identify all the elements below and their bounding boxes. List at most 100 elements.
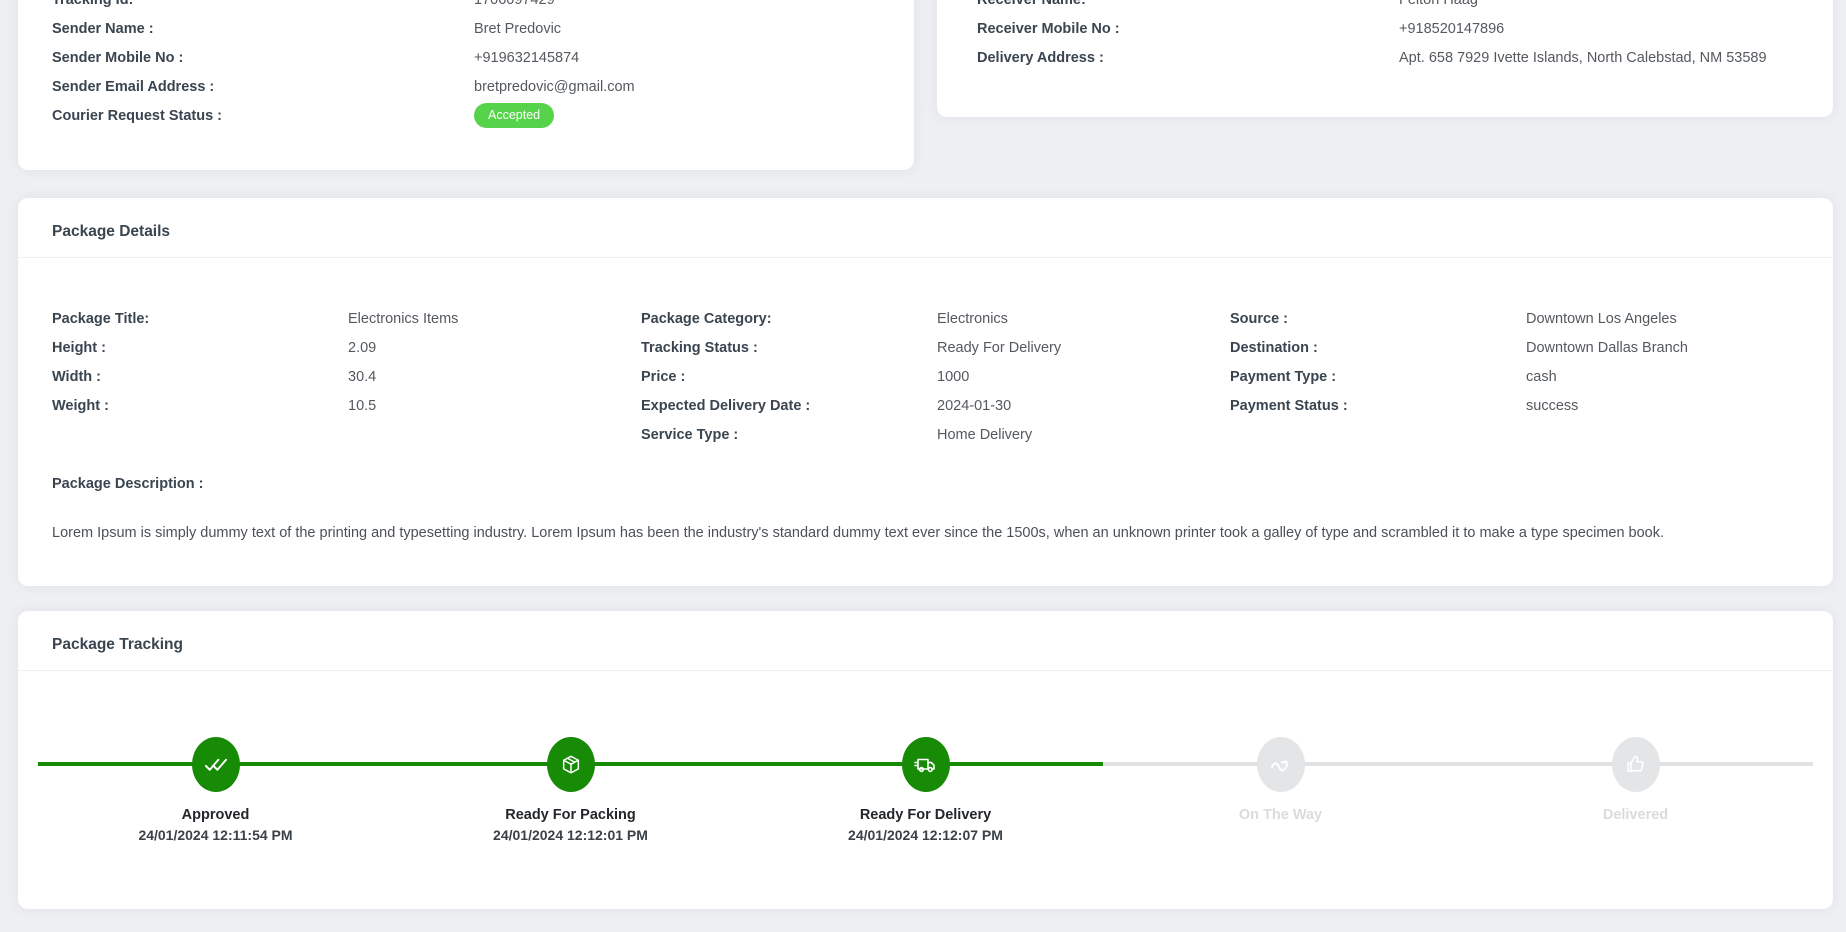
pd-row: Weight :10.5 — [52, 391, 641, 420]
package-description-text: Lorem Ipsum is simply dummy text of the … — [52, 522, 1799, 544]
sender-rows: Tracking Id:1706097429Sender Name :Bret … — [18, 0, 914, 130]
field-value: 1000 — [937, 369, 969, 385]
field-value: success — [1526, 398, 1578, 414]
field-label: Width : — [52, 369, 348, 385]
field-value: Electronics Items — [348, 311, 458, 327]
field-value: Ready For Delivery — [937, 340, 1061, 356]
sender-info-card: Tracking Id:1706097429Sender Name :Bret … — [18, 0, 914, 170]
field-label: Receiver Name: — [977, 0, 1399, 8]
field-value: Felton Haag — [1399, 0, 1478, 8]
route-icon — [1257, 737, 1305, 792]
step-label: Delivered — [1458, 805, 1813, 825]
info-row: Sender Email Address :bretpredovic@gmail… — [18, 72, 914, 101]
field-label: Payment Status : — [1230, 398, 1526, 414]
tracking-step-ready-for-packing: Ready For Packing24/01/2024 12:12:01 PM — [393, 737, 748, 845]
step-track — [393, 737, 748, 792]
package-details-column-1: Package Title:Electronics ItemsHeight :2… — [52, 304, 641, 449]
field-label: Height : — [52, 340, 348, 356]
pd-row: Width :30.4 — [52, 362, 641, 391]
field-value: 30.4 — [348, 369, 376, 385]
receiver-rows: Receiver Name:Felton HaagReceiver Mobile… — [937, 0, 1833, 72]
field-value: +919632145874 — [474, 50, 579, 66]
field-label: Package Title: — [52, 311, 348, 327]
pd-row: Price :1000 — [641, 362, 1230, 391]
pd-row: Height :2.09 — [52, 333, 641, 362]
field-label: Service Type : — [641, 427, 937, 443]
pd-row: Service Type :Home Delivery — [641, 420, 1230, 449]
field-label: Sender Mobile No : — [52, 50, 474, 66]
tracking-step-ready-for-delivery: Ready For Delivery24/01/2024 12:12:07 PM — [748, 737, 1103, 845]
field-label: Courier Request Status : — [52, 108, 474, 124]
field-value: Downtown Los Angeles — [1526, 311, 1677, 327]
field-label: Receiver Mobile No : — [977, 21, 1399, 37]
field-label: Sender Name : — [52, 21, 474, 37]
top-row: Tracking Id:1706097429Sender Name :Bret … — [18, 0, 1833, 170]
pd-row: Package Title:Electronics Items — [52, 304, 641, 333]
step-timestamp: 24/01/2024 12:12:07 PM — [748, 825, 1103, 845]
step-track — [1458, 737, 1813, 792]
field-value: Bret Predovic — [474, 21, 561, 37]
tracking-steps: Approved24/01/2024 12:11:54 PMReady For … — [18, 671, 1833, 909]
package-icon — [547, 737, 595, 792]
info-row: Delivery Address :Apt. 658 7929 Ivette I… — [937, 43, 1833, 72]
step-label: Ready For Delivery — [748, 805, 1103, 825]
step-track — [1103, 737, 1458, 792]
field-value: 2.09 — [348, 340, 376, 356]
pd-row: Destination :Downtown Dallas Branch — [1230, 333, 1799, 362]
info-row: Sender Name :Bret Predovic — [18, 14, 914, 43]
pd-row: Payment Type :cash — [1230, 362, 1799, 391]
thumbs-up-icon — [1612, 737, 1660, 792]
info-row: Courier Request Status :Accepted — [18, 101, 914, 130]
field-value: 10.5 — [348, 398, 376, 414]
field-label: Price : — [641, 369, 937, 385]
package-details-column-3: Source :Downtown Los AngelesDestination … — [1230, 304, 1799, 449]
field-value: 1706097429 — [474, 0, 555, 8]
receiver-info-card: Receiver Name:Felton HaagReceiver Mobile… — [937, 0, 1833, 117]
package-tracking-title: Package Tracking — [52, 635, 1799, 654]
pd-row: Expected Delivery Date :2024-01-30 — [641, 391, 1230, 420]
info-row: Sender Mobile No :+919632145874 — [18, 43, 914, 72]
step-timestamp: 24/01/2024 12:11:54 PM — [38, 825, 393, 845]
field-label: Destination : — [1230, 340, 1526, 356]
info-row: Receiver Name:Felton Haag — [937, 0, 1833, 14]
field-value: bretpredovic@gmail.com — [474, 79, 635, 95]
status-badge: Accepted — [474, 103, 554, 128]
field-value: 2024-01-30 — [937, 398, 1011, 414]
package-description-label: Package Description : — [52, 469, 1799, 498]
tracking-step-delivered: Delivered — [1458, 737, 1813, 845]
step-label: Approved — [38, 805, 393, 825]
pd-row: Package Category:Electronics — [641, 304, 1230, 333]
field-value: cash — [1526, 369, 1557, 385]
pd-row: Tracking Status :Ready For Delivery — [641, 333, 1230, 362]
field-value: Electronics — [937, 311, 1008, 327]
step-track — [38, 737, 393, 792]
field-label: Tracking Status : — [641, 340, 937, 356]
tracking-step-on-the-way: On The Way — [1103, 737, 1458, 845]
field-label: Payment Type : — [1230, 369, 1526, 385]
package-details-title: Package Details — [52, 222, 1799, 241]
package-details-columns: Package Title:Electronics ItemsHeight :2… — [52, 304, 1799, 449]
step-timestamp: 24/01/2024 12:12:01 PM — [393, 825, 748, 845]
field-label: Delivery Address : — [977, 50, 1399, 66]
truck-icon — [902, 737, 950, 792]
field-label: Sender Email Address : — [52, 79, 474, 95]
field-label: Source : — [1230, 311, 1526, 327]
info-row: Receiver Mobile No :+918520147896 — [937, 14, 1833, 43]
package-tracking-card: Package Tracking Approved24/01/2024 12:1… — [18, 611, 1833, 909]
pd-row: Payment Status :success — [1230, 391, 1799, 420]
field-value: Apt. 658 7929 Ivette Islands, North Cale… — [1399, 50, 1767, 66]
step-label: On The Way — [1103, 805, 1458, 825]
package-details-card: Package Details Package Title:Electronic… — [18, 198, 1833, 586]
tracking-step-approved: Approved24/01/2024 12:11:54 PM — [38, 737, 393, 845]
field-label: Expected Delivery Date : — [641, 398, 937, 414]
field-label: Weight : — [52, 398, 348, 414]
pd-row: Source :Downtown Los Angeles — [1230, 304, 1799, 333]
field-label: Tracking Id: — [52, 0, 474, 8]
package-details-column-2: Package Category:ElectronicsTracking Sta… — [641, 304, 1230, 449]
package-details-body: Package Title:Electronics ItemsHeight :2… — [18, 258, 1833, 586]
field-label: Package Category: — [641, 311, 937, 327]
info-row: Tracking Id:1706097429 — [18, 0, 914, 14]
double-check-icon — [192, 737, 240, 792]
step-track — [748, 737, 1103, 792]
package-details-header: Package Details — [18, 198, 1833, 258]
